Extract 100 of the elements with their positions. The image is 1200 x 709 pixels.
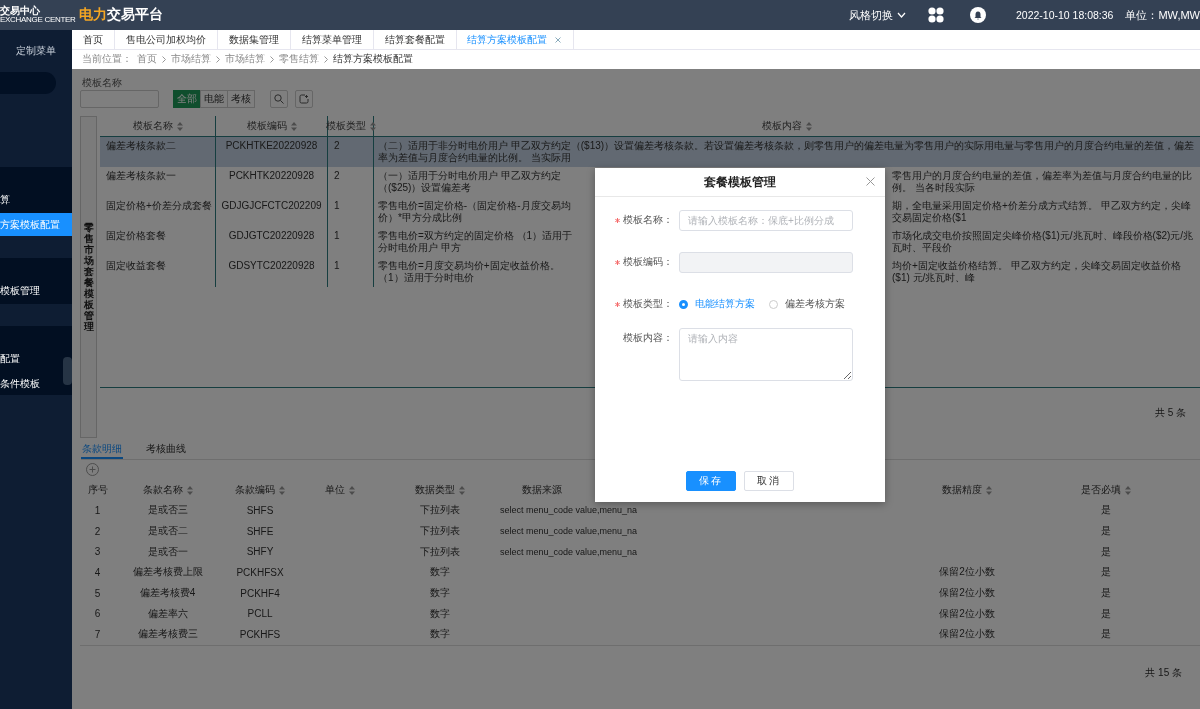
field-label: 模板编码： [623, 256, 673, 269]
table-cell: 1 [94, 504, 101, 516]
sidebar-item[interactable]: 模板管理 [0, 258, 72, 304]
table-cell-text: 零售电价=双方约定的固定价格 （1）适用于分时电价用户 甲方 [378, 230, 574, 254]
filter-option[interactable]: 全部 [173, 90, 201, 108]
breadcrumb-link[interactable]: 首页 [137, 53, 157, 66]
tab[interactable]: 条款明细 [81, 443, 123, 459]
table-cell: SHFY [246, 546, 274, 558]
radio-option[interactable]: 偏差考核方案 [769, 298, 845, 311]
field-label: 模板名称： [623, 214, 673, 227]
column-header: 数据精度 [942, 483, 982, 497]
table-cell: 是 [1101, 544, 1111, 559]
table-cell: 2 [334, 140, 340, 151]
table-cell: PCKHTK20220928 [228, 170, 315, 181]
input-field[interactable]: 请输入模板名称：保底+比例分成 [679, 210, 853, 231]
filter-option[interactable]: 电能 [200, 90, 228, 108]
save-button[interactable]: 保存 [686, 471, 736, 491]
table-cell: 3 [94, 546, 101, 558]
table-cell: 下拉列表 [420, 524, 460, 539]
breadcrumb-link[interactable]: 零售结算 [279, 53, 319, 66]
column-header: 模板编码 [246, 119, 287, 133]
column-header: 条款名称 [142, 483, 183, 497]
table-cell: PCLL [247, 608, 273, 620]
dialog-title: 套餐模板管理 [704, 174, 776, 190]
content-field[interactable]: 请输入内容 [679, 328, 853, 381]
brand-highlight: 电力 [78, 6, 107, 24]
table-cell: 下拉列表 [420, 544, 460, 559]
table-cell: 1 [334, 200, 340, 211]
column-header: 序号 [87, 483, 108, 497]
sidebar-title: 定制菜单 [16, 44, 56, 58]
table-cell: 是 [1101, 627, 1111, 642]
total-count: 共 15 条 [1145, 665, 1182, 680]
table-cell: 1 [334, 230, 340, 241]
total-count: 共 5 条 [1154, 406, 1186, 420]
datetime-text: 2022-10-10 18:08:36 [1015, 9, 1114, 21]
table-cell: 是或否三 [147, 503, 188, 518]
filter-option[interactable]: 考核 [227, 90, 255, 108]
table-cell: 2 [334, 170, 340, 181]
field-label: 模板名称 [82, 77, 123, 88]
table-cell: 保留2位小数 [939, 586, 995, 601]
table-cell: select menu_code value,menu_na [500, 505, 638, 516]
field-label: 模板类型： [623, 298, 673, 311]
table-cell: GDJGTC20220928 [228, 230, 315, 241]
table-cell: 保留2位小数 [939, 606, 995, 621]
table-cell: GDJGJCFCTC202209 [221, 200, 322, 211]
table-cell: 固定价格套餐 [106, 230, 166, 241]
table-cell-text: 零售电价=固定价格-（固定价格-月度交易均价）*甲方分成比例 [378, 200, 572, 224]
column-header: 数据来源 [522, 483, 562, 497]
table-cell: 是 [1101, 606, 1111, 621]
table-cell: 是 [1101, 565, 1111, 580]
column-header: 模板名称 [132, 119, 173, 133]
table-cell: 偏差率六 [147, 606, 188, 621]
logo-subtitle: EXCHANGE CENTER [0, 16, 76, 24]
table-cell: PCKHF4 [240, 587, 280, 599]
table-cell: 是 [1101, 586, 1111, 601]
table-cell: 数字 [430, 627, 450, 642]
side-panel-title: 零售市场套餐模板管理 [83, 222, 94, 332]
table-cell: 偏差考核费4 [139, 586, 196, 601]
breadcrumb-label: 当前位置： [82, 53, 132, 66]
column-header: 数据类型 [415, 483, 455, 497]
column-header: 是否必填 [1081, 483, 1121, 497]
table-cell: PCKHFS [239, 628, 281, 640]
table-cell: 固定收益套餐 [106, 260, 166, 271]
table-cell: 7 [94, 628, 101, 640]
cancel-button[interactable]: 取消 [744, 471, 794, 491]
table-cell: select menu_code value,menu_na [500, 546, 638, 557]
table-cell-text: 期，全电量采用固定价格+价差分成方式结算。 甲乙双方约定，尖峰交易固定价格($1 [892, 200, 1192, 224]
table-cell: 下拉列表 [420, 503, 460, 518]
sidebar-item[interactable]: 算 [0, 167, 72, 213]
logo-text: 交易中心 [0, 6, 40, 16]
table-cell: 是 [1101, 524, 1111, 539]
table-cell-text: 市场化成交电价按照固定尖峰价格($1)元/兆瓦时、峰段价格($2)元/兆瓦时、平段价 [892, 230, 1195, 254]
table-cell: select menu_code value,menu_na [500, 526, 638, 537]
sidebar-item[interactable]: 配置 [0, 326, 72, 372]
table-cell: 2 [94, 525, 101, 537]
table-cell: 5 [94, 587, 101, 599]
column-header: 单位 [325, 483, 345, 497]
table-cell-text: 均价+固定收益价格结算。 甲乙双方约定，尖峰交易固定收益价格 ($1) 元/兆瓦时、峰 [892, 260, 1182, 284]
unit-text: 单位：MW,MW [1125, 7, 1200, 23]
radio-option[interactable]: 电能结算方案 [679, 298, 755, 311]
tab[interactable]: 考核曲线 [145, 443, 187, 459]
breadcrumb-link[interactable]: 市场结算 [225, 53, 265, 66]
table-cell: 偏差考核费上限 [132, 565, 203, 580]
table-cell: GDSYTC20220928 [228, 260, 315, 271]
table-cell: 是 [1101, 503, 1111, 518]
table-cell: PCKHFSX [236, 566, 284, 578]
sidebar-item[interactable]: 方案模板配置 [0, 213, 72, 236]
table-cell: 6 [94, 608, 101, 620]
table-cell: SHFE [246, 525, 274, 537]
table-cell-text: 零售用户的月度合约电量的差值，偏差率为差值与月度合约电量的比例。 当各时段实际 [892, 170, 1193, 194]
breadcrumb-link[interactable]: 市场结算 [171, 53, 211, 66]
field-label: 模板内容： [623, 332, 673, 345]
brand-title: 交易平台 [106, 6, 163, 24]
table-cell: 数字 [430, 586, 450, 601]
table-cell: 数字 [430, 565, 450, 580]
table-cell: SHFS [246, 504, 274, 516]
sidebar-item[interactable]: 条件模板 [0, 372, 72, 395]
table-cell-text: 零售电价=月度交易均价+固定收益价格。（1）适用于分时电价 [378, 260, 561, 284]
style-switch-link[interactable]: 风格切换 [848, 7, 893, 23]
table-cell: PCKHTKE20220928 [225, 140, 318, 151]
